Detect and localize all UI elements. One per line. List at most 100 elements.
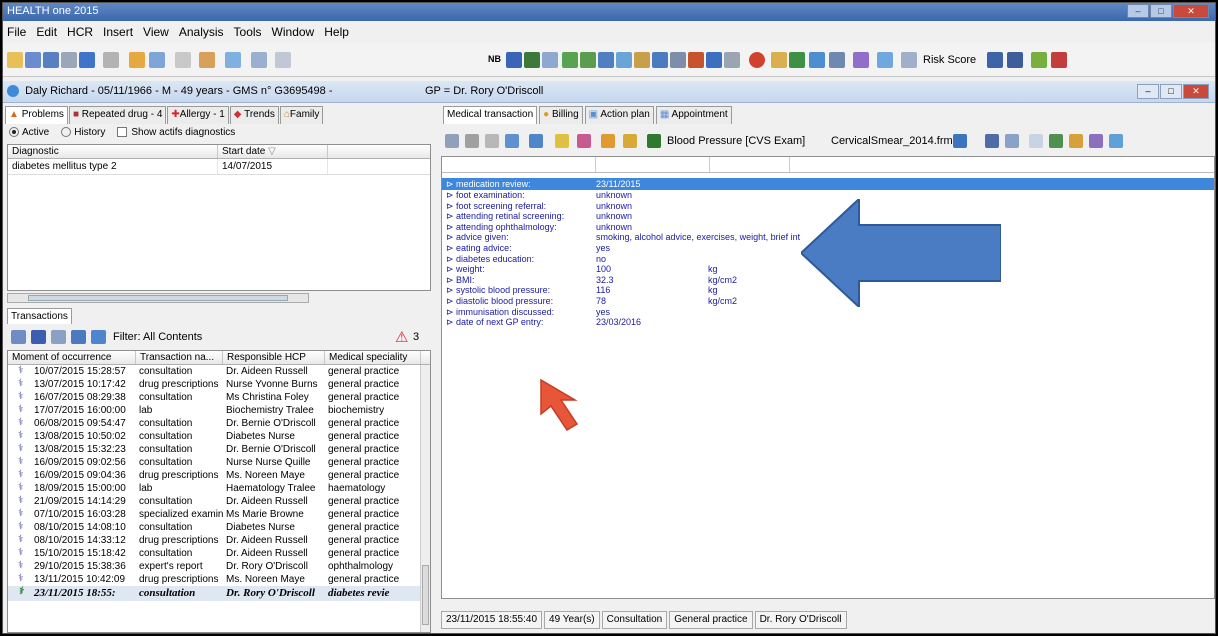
table-row[interactable]: ⚕ 10/07/2015 15:28:57 consultation Dr. Aide… bbox=[8, 365, 430, 378]
edit-icon[interactable] bbox=[199, 52, 215, 68]
form-label[interactable]: CervicalSmear_2014.frm bbox=[831, 135, 953, 147]
table-row[interactable]: ⚕ 07/10/2015 16:03:28 specialized examin Ms… bbox=[8, 508, 430, 521]
open-icon[interactable] bbox=[25, 52, 41, 68]
transactions-doc-icon[interactable] bbox=[51, 330, 66, 344]
print-form-icon[interactable] bbox=[529, 134, 543, 148]
tab-problems[interactable]: ▲ Problems bbox=[5, 106, 68, 124]
scroll-thumb[interactable] bbox=[422, 565, 429, 625]
letter-icon[interactable] bbox=[598, 52, 614, 68]
tab-transactions[interactable]: Transactions bbox=[7, 308, 72, 324]
layout-icon[interactable] bbox=[275, 52, 291, 68]
refresh-icon[interactable] bbox=[225, 52, 241, 68]
maximize-button[interactable]: □ bbox=[1150, 4, 1172, 18]
menu-edit[interactable]: Edit bbox=[36, 25, 57, 39]
window-icon[interactable] bbox=[251, 52, 267, 68]
medical-item-value[interactable]: 100 bbox=[596, 264, 611, 275]
tab-appointment[interactable]: ▦ Appointment bbox=[655, 106, 732, 124]
table-row[interactable]: ⚕ 16/09/2015 09:04:36 drug prescriptions Ms… bbox=[8, 469, 430, 482]
doc-minimize-button[interactable]: – bbox=[1137, 84, 1159, 99]
stats-icon[interactable] bbox=[506, 52, 522, 68]
diagnostics-hscrollbar[interactable] bbox=[7, 293, 309, 303]
table-row[interactable]: ⚕ 08/10/2015 14:33:12 drug prescriptions Dr… bbox=[8, 534, 430, 547]
chat-icon[interactable] bbox=[1109, 134, 1123, 148]
mail-icon[interactable] bbox=[1029, 134, 1043, 148]
save-icon[interactable] bbox=[43, 52, 59, 68]
medical-item-value[interactable]: unknown bbox=[596, 190, 632, 201]
transactions-pen-icon[interactable] bbox=[31, 330, 46, 344]
table-row[interactable]: ⚕ 06/08/2015 09:54:47 consultation Dr. Bern… bbox=[8, 417, 430, 430]
bracket-icon[interactable] bbox=[485, 134, 499, 148]
medical-item-value[interactable]: 23/03/2016 bbox=[596, 317, 641, 328]
settings-form-icon[interactable] bbox=[623, 134, 637, 148]
table-row-selected[interactable]: ⚕ 23/11/2015 18:55: consultation Dr. Rory O… bbox=[8, 586, 430, 601]
lab-icon[interactable] bbox=[562, 52, 578, 68]
scan-icon[interactable] bbox=[652, 52, 668, 68]
menu-window[interactable]: Window bbox=[272, 25, 315, 39]
table-icon[interactable] bbox=[542, 52, 558, 68]
doc-maximize-button[interactable]: □ bbox=[1160, 84, 1182, 99]
users-icon[interactable] bbox=[1069, 134, 1083, 148]
menu-tools[interactable]: Tools bbox=[234, 25, 262, 39]
stop-icon[interactable] bbox=[749, 52, 765, 68]
medical-item-row[interactable]: ⊳ immunisation discussed: yes bbox=[442, 307, 1214, 318]
table-row[interactable]: ⚕ 21/09/2015 14:14:29 consultation Dr. Aide… bbox=[8, 495, 430, 508]
syringe-icon[interactable] bbox=[647, 134, 661, 148]
medical-item-value[interactable]: unknown bbox=[596, 201, 632, 212]
scroll-thumb[interactable] bbox=[28, 295, 288, 301]
doc-close-button[interactable]: ✕ bbox=[1183, 84, 1209, 99]
medical-item-value[interactable]: unknown bbox=[596, 222, 632, 233]
calc-icon[interactable] bbox=[1005, 134, 1019, 148]
tab-action-plan[interactable]: ▣ Action plan bbox=[584, 106, 654, 124]
table-row[interactable]: ⚕ 16/09/2015 09:02:56 consultation Nurse Nu… bbox=[8, 456, 430, 469]
document-icon[interactable] bbox=[149, 52, 165, 68]
tab-family[interactable]: ⌂Family bbox=[279, 106, 324, 124]
bar-icon[interactable] bbox=[465, 134, 479, 148]
histogram-icon[interactable] bbox=[953, 134, 967, 148]
medical-item-value[interactable]: yes bbox=[596, 243, 610, 254]
nb-label[interactable]: NB bbox=[488, 54, 501, 64]
tab-allergy[interactable]: ✚Allergy - 1 bbox=[167, 106, 229, 124]
table-row[interactable]: ⚕ 13/08/2015 15:32:23 consultation Dr. Bern… bbox=[8, 443, 430, 456]
moment-column-header[interactable]: Moment of occurrence bbox=[8, 351, 136, 364]
table-row[interactable]: ⚕ 13/11/2015 10:42:09 drug prescriptions Ms… bbox=[8, 573, 430, 586]
table-row[interactable]: ⚕ 15/10/2015 15:18:42 consultation Dr. Aide… bbox=[8, 547, 430, 560]
tools-icon[interactable] bbox=[877, 52, 893, 68]
medical-item-value[interactable]: no bbox=[596, 254, 606, 265]
table-row[interactable]: ⚕ 29/10/2015 15:38:36 expert's report Dr. R… bbox=[8, 560, 430, 573]
medical-item-value[interactable]: 78 bbox=[596, 296, 606, 307]
tab-trends[interactable]: ◆ Trends bbox=[229, 106, 279, 124]
add-icon[interactable] bbox=[505, 134, 519, 148]
medical-item-value[interactable]: 32.3 bbox=[596, 275, 614, 286]
diagnostic-column-header[interactable]: Diagnostic bbox=[8, 145, 218, 158]
transactions-vscrollbar[interactable] bbox=[420, 365, 430, 632]
family-icon[interactable] bbox=[1051, 52, 1067, 68]
person-icon[interactable] bbox=[901, 52, 917, 68]
notes-icon[interactable] bbox=[670, 52, 686, 68]
folder-icon[interactable] bbox=[129, 52, 145, 68]
list-icon[interactable] bbox=[103, 52, 119, 68]
risk-score-label[interactable]: Risk Score bbox=[923, 54, 976, 66]
patient-h-icon[interactable] bbox=[706, 52, 722, 68]
tab-repeated-drug[interactable]: ■ Repeated drug - 4 bbox=[68, 106, 167, 124]
warning-icon[interactable]: ⚠ bbox=[395, 328, 408, 346]
pathology-icon[interactable] bbox=[580, 52, 596, 68]
vaccine-icon[interactable] bbox=[688, 52, 704, 68]
table-row[interactable]: ⚕ 17/07/2015 16:00:00 lab Biochemistry Tral… bbox=[8, 404, 430, 417]
menu-view[interactable]: View bbox=[143, 25, 169, 39]
pencil-icon[interactable] bbox=[555, 134, 569, 148]
show-actifs-checkbox[interactable]: Show actifs diagnostics bbox=[117, 127, 235, 138]
filter-icon[interactable] bbox=[91, 330, 106, 344]
menu-help[interactable]: Help bbox=[324, 25, 349, 39]
table-row[interactable]: ⚕ 18/09/2015 15:00:00 lab Haematology Trale… bbox=[8, 482, 430, 495]
medical-item-row[interactable]: ⊳ date of next GP entry: 23/03/2016 bbox=[442, 317, 1214, 328]
chart-icon[interactable] bbox=[524, 52, 540, 68]
medical-item-value[interactable]: smoking, alcohol advice, exercises, weig… bbox=[596, 232, 800, 243]
new-icon[interactable] bbox=[7, 52, 23, 68]
graph-icon[interactable] bbox=[724, 52, 740, 68]
people-icon[interactable] bbox=[789, 52, 805, 68]
transactions-grid-icon[interactable] bbox=[71, 330, 86, 344]
documents-icon[interactable] bbox=[985, 134, 999, 148]
pen-icon[interactable] bbox=[1089, 134, 1103, 148]
stamp-icon[interactable] bbox=[577, 134, 591, 148]
question-icon[interactable] bbox=[601, 134, 615, 148]
